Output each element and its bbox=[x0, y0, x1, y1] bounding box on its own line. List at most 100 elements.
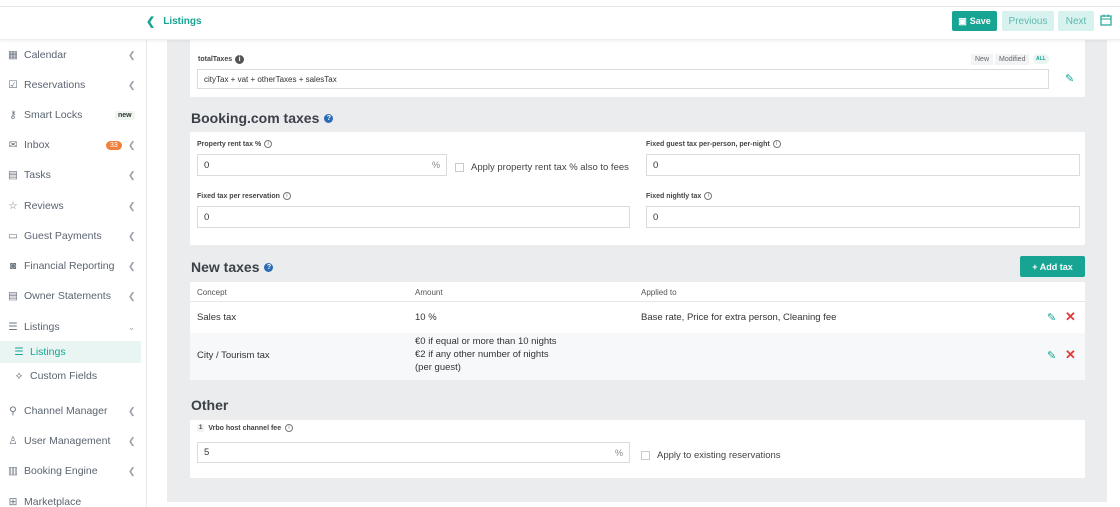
all-tag: ALL bbox=[1033, 54, 1049, 64]
fixed-nightly-label: Fixed nightly tax i bbox=[646, 192, 713, 200]
info-icon[interactable]: i bbox=[282, 192, 291, 200]
sidebar-item-label: User Management bbox=[24, 435, 111, 447]
sidebar-item-label: Tasks bbox=[24, 169, 51, 181]
new-taxes-heading: New taxes ? bbox=[191, 259, 274, 275]
column-header-amount: Amount bbox=[415, 288, 443, 297]
booking-engine-icon: ▥ bbox=[8, 465, 18, 477]
sidebar-item-channel-manager[interactable]: ⚲ Channel Manager ❮ bbox=[0, 400, 147, 422]
sidebar-item-reservations[interactable]: ☑ Reservations ❮ bbox=[0, 74, 147, 96]
pencil-icon[interactable]: ✎ bbox=[1065, 72, 1074, 85]
sidebar-subitem-custom-fields[interactable]: ⟡ Custom Fields bbox=[0, 365, 147, 387]
vrbo-fee-input[interactable]: 5% bbox=[197, 442, 630, 463]
amount-cell: 10 % bbox=[415, 312, 437, 323]
new-taxes-table: Concept Amount Applied to Sales tax 10 %… bbox=[190, 282, 1085, 380]
vrbo-label: 1 Vrbo host channel fee i bbox=[197, 424, 294, 432]
apply-existing-row[interactable]: Apply to existing reservations bbox=[641, 450, 781, 461]
sidebar-item-label: Calendar bbox=[24, 49, 67, 61]
top-divider bbox=[0, 6, 1120, 7]
save-button[interactable]: ▣ Save bbox=[952, 11, 997, 31]
sidebar-item-inbox[interactable]: ✉ Inbox 33 ❮ bbox=[0, 134, 147, 156]
apply-fees-checkbox[interactable] bbox=[455, 163, 464, 172]
fixed-guest-label-text: Fixed guest tax per-person, per-night bbox=[646, 140, 770, 148]
fixed-reservation-label-text: Fixed tax per reservation bbox=[197, 192, 280, 200]
breadcrumb[interactable]: ❮ Listings bbox=[146, 15, 202, 28]
info-icon[interactable]: i bbox=[285, 424, 294, 432]
info-icon[interactable]: i bbox=[235, 55, 245, 64]
pencil-icon[interactable]: ✎ bbox=[1047, 349, 1056, 362]
floppy-disk-icon: ▣ bbox=[958, 15, 967, 26]
close-icon[interactable]: ✕ bbox=[1065, 309, 1076, 325]
next-button[interactable]: Next bbox=[1058, 11, 1094, 31]
amount-line: €0 if equal or more than 10 nights bbox=[415, 336, 557, 347]
sidebar-item-listings[interactable]: ☰ Listings ⌄ bbox=[0, 316, 147, 338]
sidebar-item-calendar[interactable]: ▦ Calendar ❮ bbox=[0, 44, 147, 66]
apply-existing-checkbox[interactable] bbox=[641, 451, 650, 460]
add-tax-button[interactable]: + Add tax bbox=[1020, 256, 1085, 277]
info-icon[interactable]: i bbox=[704, 192, 713, 200]
apply-fees-checkbox-row[interactable]: Apply property rent tax % also to fees bbox=[455, 162, 629, 173]
fixed-nightly-input[interactable]: 0 bbox=[646, 206, 1080, 228]
chevron-left-icon[interactable]: ❮ bbox=[146, 15, 155, 28]
total-taxes-label: totalTaxes i bbox=[198, 55, 245, 64]
sidebar-item-reviews[interactable]: ☆ Reviews ❮ bbox=[0, 195, 147, 217]
new-taxes-title: New taxes bbox=[191, 259, 260, 275]
percent-unit: % bbox=[431, 160, 440, 170]
vrbo-fee-value: 5 bbox=[204, 447, 210, 458]
chevron-left-icon: ❮ bbox=[128, 405, 136, 416]
new-badge: new bbox=[115, 110, 135, 120]
star-icon: ☆ bbox=[8, 200, 18, 212]
new-tag: New bbox=[971, 54, 994, 65]
sidebar-item-label: Marketplace bbox=[24, 496, 82, 507]
tasks-icon: ▤ bbox=[8, 169, 18, 181]
sidebar-item-booking-engine[interactable]: ▥ Booking Engine ❮ bbox=[0, 460, 147, 482]
total-taxes-label-text: totalTaxes bbox=[198, 56, 233, 63]
sidebar-item-owner-statements[interactable]: ▤ Owner Statements ❮ bbox=[0, 285, 147, 307]
concept-cell: City / Tourism tax bbox=[197, 350, 270, 361]
concept-cell: Sales tax bbox=[197, 312, 237, 323]
help-icon[interactable]: ? bbox=[324, 113, 334, 123]
sidebar-item-user-management[interactable]: ♙ User Management ❮ bbox=[0, 430, 147, 452]
top-bar: ❮ Listings ▣ Save Previous Next bbox=[0, 0, 1120, 40]
property-rent-label: Property rent tax % i bbox=[197, 140, 273, 148]
info-icon[interactable]: i bbox=[264, 140, 273, 148]
fixed-reservation-input[interactable]: 0 bbox=[197, 206, 630, 228]
sidebar-item-label: Custom Fields bbox=[30, 370, 98, 382]
other-heading: Other bbox=[191, 397, 228, 413]
chevron-left-icon: ❮ bbox=[128, 435, 136, 446]
sidebar-item-marketplace[interactable]: ⊞ Marketplace bbox=[0, 491, 147, 507]
sidebar-item-label: Financial Reporting bbox=[24, 260, 115, 272]
applied-to-cell: Base rate, Price for extra person, Clean… bbox=[641, 312, 837, 323]
breadcrumb-label[interactable]: Listings bbox=[163, 16, 201, 27]
sidebar-item-label: Reviews bbox=[24, 200, 64, 212]
calendar-icon[interactable] bbox=[1100, 14, 1112, 29]
help-icon[interactable]: ? bbox=[264, 262, 274, 272]
pencil-icon[interactable]: ✎ bbox=[1047, 311, 1056, 324]
custom-fields-icon: ⟡ bbox=[15, 369, 23, 382]
sidebar-item-smart-locks[interactable]: ⚷ Smart Locks new bbox=[0, 104, 147, 126]
fixed-guest-input[interactable]: 0 bbox=[646, 154, 1080, 176]
close-icon[interactable]: ✕ bbox=[1065, 347, 1076, 363]
total-taxes-formula-input[interactable]: cityTax + vat + otherTaxes + salesTax bbox=[197, 69, 1049, 89]
main-content: totalTaxes i New Modified ALL cityTax + … bbox=[167, 40, 1107, 502]
sidebar-item-guest-payments[interactable]: ▭ Guest Payments ❮ bbox=[0, 225, 147, 247]
chevron-left-icon: ❮ bbox=[128, 200, 136, 211]
apply-existing-label: Apply to existing reservations bbox=[657, 450, 781, 461]
sidebar-subitem-listings[interactable]: ☰ Listings bbox=[0, 341, 141, 363]
sidebar-item-tasks[interactable]: ▤ Tasks ❮ bbox=[0, 164, 147, 186]
sidebar-item-label: Booking Engine bbox=[24, 465, 98, 477]
modified-tag: Modified bbox=[995, 54, 1030, 65]
channel-icon: ⚲ bbox=[9, 405, 17, 417]
table-row[interactable]: Sales tax 10 % Base rate, Price for extr… bbox=[190, 302, 1085, 333]
sidebar-item-financial-reporting[interactable]: ◙ Financial Reporting ❮ bbox=[0, 255, 147, 277]
save-label: Save bbox=[969, 16, 991, 26]
previous-button[interactable]: Previous bbox=[1002, 11, 1054, 31]
info-icon[interactable]: i bbox=[772, 140, 781, 148]
list-icon: ☰ bbox=[14, 346, 24, 358]
property-rent-input[interactable]: 0% bbox=[197, 154, 447, 176]
amount-line: (per guest) bbox=[415, 362, 461, 373]
chevron-left-icon: ❮ bbox=[128, 49, 136, 60]
table-row[interactable]: City / Tourism tax €0 if equal or more t… bbox=[190, 333, 1085, 380]
sidebar-item-label: Guest Payments bbox=[24, 230, 102, 242]
chevron-left-icon: ❮ bbox=[128, 79, 136, 90]
payments-icon: ▭ bbox=[8, 230, 18, 242]
